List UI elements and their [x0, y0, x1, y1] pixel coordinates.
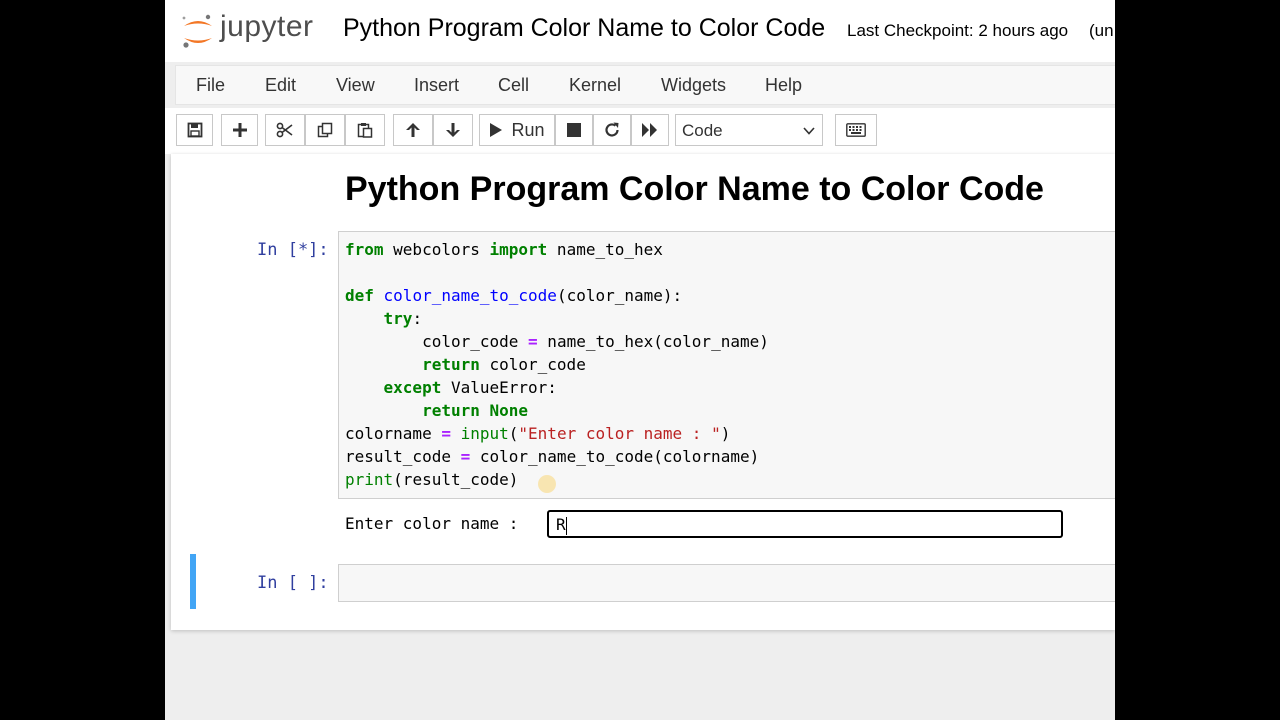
cell-type-value: Code: [682, 121, 723, 140]
code-block: from webcolors import name_to_hex def co…: [345, 238, 769, 491]
cut-button[interactable]: [265, 114, 305, 146]
save-icon: [187, 122, 202, 138]
copy-button[interactable]: [305, 114, 345, 146]
code-line: return color_code: [422, 355, 586, 374]
markdown-title[interactable]: Python Program Color Name to Color Code: [345, 170, 1044, 209]
command-palette-button[interactable]: [835, 114, 877, 146]
menu-edit[interactable]: Edit: [265, 75, 296, 96]
code-line: color_code = name_to_hex(color_name): [345, 332, 769, 351]
notebook-title[interactable]: Python Program Color Name to Color Code: [343, 14, 825, 43]
menu-insert[interactable]: Insert: [414, 75, 459, 96]
menubar: File Edit View Insert Cell Kernel Widget…: [175, 65, 1115, 105]
save-button[interactable]: [176, 114, 213, 146]
cut-icon: [276, 122, 293, 138]
menu-kernel[interactable]: Kernel: [569, 75, 621, 96]
toolbar: Run Code: [165, 108, 1115, 154]
fast-forward-icon: [642, 123, 657, 137]
code-line: colorname = input("Enter color name : "): [345, 424, 731, 443]
cell-type-select[interactable]: Code: [675, 114, 823, 146]
menu-cell[interactable]: Cell: [498, 75, 529, 96]
run-button[interactable]: Run: [479, 114, 555, 146]
menu-file[interactable]: File: [196, 75, 225, 96]
menu-help[interactable]: Help: [765, 75, 802, 96]
stop-icon: [567, 123, 581, 137]
header: jupyter Python Program Color Name to Col…: [165, 0, 1115, 62]
code-line: try:: [383, 309, 423, 328]
code-line: return None: [422, 401, 529, 420]
logo-text[interactable]: jupyter: [220, 10, 314, 44]
autosave-status: (un: [1089, 21, 1114, 40]
code-line: except ValueError:: [383, 378, 557, 397]
selected-cell-indicator: [190, 554, 196, 609]
stdin-value: R: [556, 515, 567, 535]
play-icon: [490, 123, 503, 137]
cell-prompt: In [*]:: [257, 240, 329, 260]
menu-view[interactable]: View: [336, 75, 375, 96]
empty-code-cell-editor[interactable]: [338, 564, 1115, 602]
arrow-up-icon: [406, 123, 420, 137]
interrupt-button[interactable]: [555, 114, 593, 146]
cell-prompt-empty: In [ ]:: [257, 573, 329, 593]
restart-run-all-button[interactable]: [631, 114, 669, 146]
move-up-button[interactable]: [393, 114, 433, 146]
arrow-down-icon: [446, 123, 460, 137]
run-label: Run: [511, 119, 545, 140]
notebook-container: Python Program Color Name to Color Code …: [171, 154, 1115, 630]
paste-icon: [357, 123, 373, 138]
code-cell-editor[interactable]: from webcolors import name_to_hex def co…: [338, 231, 1115, 499]
paste-button[interactable]: [345, 114, 385, 146]
jupyter-logo-icon[interactable]: [181, 12, 215, 50]
code-line: from webcolors import name_to_hex: [345, 240, 663, 259]
keyboard-icon: [846, 123, 866, 137]
jupyter-screen: jupyter Python Program Color Name to Col…: [165, 0, 1115, 720]
chevron-down-icon: [803, 127, 815, 135]
insert-cell-button[interactable]: [221, 114, 258, 146]
code-line: result_code = color_name_to_code(colorna…: [345, 447, 760, 466]
stdin-input[interactable]: R: [547, 510, 1063, 538]
move-down-button[interactable]: [433, 114, 473, 146]
restart-button[interactable]: [593, 114, 631, 146]
text-caret: [565, 516, 567, 535]
plus-icon: [232, 123, 247, 137]
menu-widgets[interactable]: Widgets: [661, 75, 726, 96]
code-line: def color_name_to_code(color_name):: [345, 286, 683, 305]
code-line: print(result_code): [345, 470, 519, 489]
copy-icon: [317, 122, 333, 138]
stdin-prompt: Enter color name :: [345, 514, 529, 533]
restart-icon: [605, 122, 619, 137]
checkpoint-status: Last Checkpoint: 2 hours ago: [847, 21, 1069, 40]
mouse-cursor-highlight: [538, 475, 556, 493]
